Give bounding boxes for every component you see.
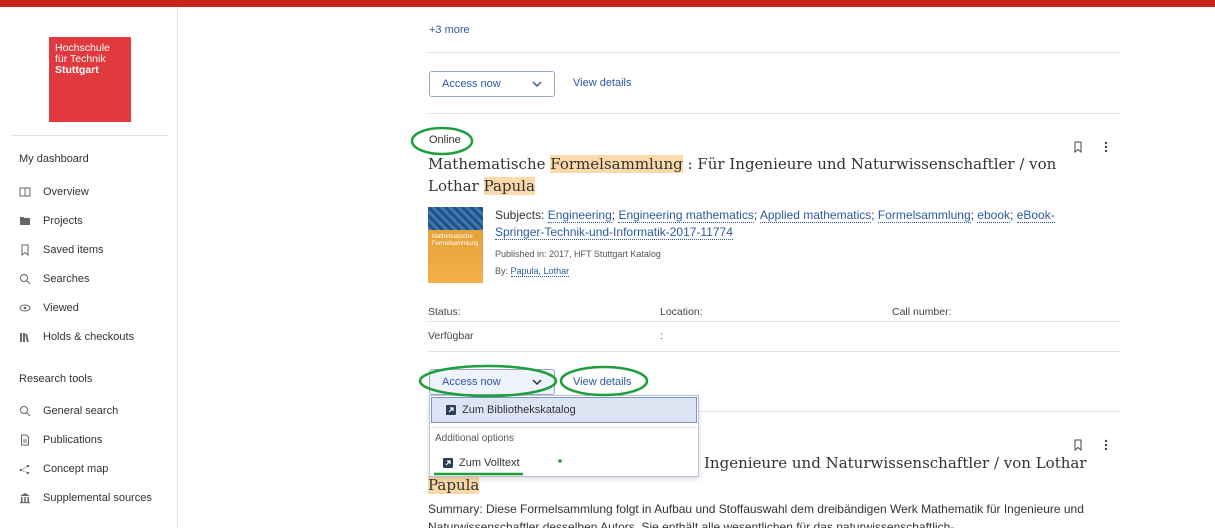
next-result-summary: Summary: Diese Formelsammlung folgt in A… <box>428 502 1084 528</box>
sidebar-item-label: Publications <box>43 434 103 446</box>
result-title[interactable]: Mathematische Formelsammlung : Für Ingen… <box>428 153 1068 197</box>
external-link-icon <box>443 458 453 468</box>
sidebar-item-viewed[interactable]: Viewed <box>19 299 79 317</box>
sidebar-item-label: Searches <box>43 273 90 285</box>
location-value: : <box>660 330 663 342</box>
sidebar-item-holds-checkouts[interactable]: Holds & checkouts <box>19 328 134 346</box>
external-link-icon <box>446 405 456 415</box>
divider <box>428 351 1121 352</box>
sidebar-item-supplemental-sources[interactable]: Supplemental sources <box>19 489 152 507</box>
bookmark-icon[interactable] <box>1071 140 1085 154</box>
subjects-list: Subjects: Engineering; Engineering mathe… <box>495 208 1055 240</box>
access-now-menu: Zum Bibliothekskatalog Additional option… <box>429 395 699 477</box>
more-options-icon[interactable] <box>1099 140 1113 154</box>
divider <box>428 52 1121 53</box>
status-header: Status: <box>428 306 461 318</box>
bookmark-icon <box>19 244 31 256</box>
chevron-down-icon <box>532 379 542 386</box>
subject-link[interactable]: Applied mathematics <box>759 208 872 223</box>
subject-link[interactable]: Engineering <box>547 208 612 223</box>
sidebar-item-overview[interactable]: Overview <box>19 183 89 201</box>
status-value: Verfügbar <box>428 330 474 342</box>
subjects-label: Subjects: <box>495 208 545 222</box>
search-icon <box>19 405 31 417</box>
more-subjects-link[interactable]: +3 more <box>429 24 470 36</box>
sidebar-item-searches[interactable]: Searches <box>19 270 89 288</box>
location-header: Location: <box>660 306 703 318</box>
published-info: Published in: 2017, HFT Stuttgart Katalo… <box>495 249 661 259</box>
title-highlight: Formelsammlung <box>550 155 683 173</box>
access-now-dropdown-prev[interactable]: Access now <box>429 71 555 97</box>
by-label: By: <box>495 266 509 276</box>
menu-divider <box>430 427 698 428</box>
top-accent-bar <box>0 0 1215 7</box>
sidebar-item-projects[interactable]: Projects <box>19 212 83 230</box>
bookmark-icon[interactable] <box>1071 438 1085 452</box>
subject-link[interactable]: Formelsammlung <box>877 208 971 223</box>
sidebar-item-label: Holds & checkouts <box>43 331 135 343</box>
sidebar-item-label: General search <box>43 405 119 417</box>
menu-section-label: Additional options <box>435 433 514 444</box>
access-now-dropdown[interactable]: Access now <box>429 369 555 395</box>
access-now-label: Access now <box>442 78 501 90</box>
menu-item-volltext[interactable]: Zum Volltext <box>443 457 520 469</box>
sidebar-item-concept-map[interactable]: Concept map <box>19 460 108 478</box>
view-details-link[interactable]: View details <box>573 376 632 388</box>
menu-item-label: Zum Volltext <box>459 457 520 469</box>
document-icon <box>19 434 31 446</box>
menu-item-label: Zum Bibliothekskatalog <box>462 404 576 416</box>
search-history-icon <box>19 273 31 285</box>
sidebar-item-saved-items[interactable]: Saved items <box>19 241 104 259</box>
cover-title: Mathematische Formelsammlung <box>432 234 479 247</box>
institution-logo[interactable]: Hochschule für Technik Stuttgart <box>49 37 131 122</box>
sidebar-heading-research-tools: Research tools <box>19 373 93 385</box>
subject-link[interactable]: Engineering mathematics <box>618 208 754 223</box>
availability-badge: Online <box>429 134 461 146</box>
institution-icon <box>19 492 31 504</box>
next-result-title-line2[interactable]: Papula <box>428 474 480 496</box>
folder-icon <box>19 215 31 227</box>
sidebar-item-label: Overview <box>43 186 89 198</box>
author-link[interactable]: Papula, Lothar <box>510 266 570 277</box>
sidebar: Hochschule für Technik Stuttgart My dash… <box>0 7 178 528</box>
concept-map-icon <box>19 463 31 475</box>
call-number-header: Call number: <box>892 306 952 318</box>
chevron-down-icon <box>532 81 542 88</box>
menu-item-bibliothekskatalog[interactable]: Zum Bibliothekskatalog <box>431 397 697 423</box>
view-details-link-prev[interactable]: View details <box>573 77 632 89</box>
sidebar-item-general-search[interactable]: General search <box>19 402 118 420</box>
eye-icon <box>19 302 31 314</box>
book-cover-image[interactable]: Mathematische Formelsammlung <box>428 207 483 283</box>
subject-link[interactable]: ebook <box>977 208 1010 223</box>
sidebar-item-label: Saved items <box>43 244 104 256</box>
sidebar-item-label: Supplemental sources <box>43 492 152 504</box>
sidebar-item-label: Viewed <box>43 302 79 314</box>
sidebar-item-label: Concept map <box>43 463 109 475</box>
sidebar-divider <box>11 135 168 136</box>
sidebar-item-label: Projects <box>43 215 83 227</box>
next-result-title-fragment[interactable]: Ingenieure und Naturwissenschaftler / vo… <box>704 452 1104 474</box>
title-highlight: Papula <box>428 476 480 494</box>
sidebar-heading-dashboard: My dashboard <box>19 153 89 165</box>
access-now-label: Access now <box>442 376 501 388</box>
divider <box>428 113 1121 114</box>
title-text: Mathematische <box>428 155 551 173</box>
title-highlight: Papula <box>483 177 535 195</box>
logo-line-3: Stuttgart <box>55 64 99 76</box>
overview-icon <box>19 186 31 198</box>
more-options-icon[interactable] <box>1099 438 1113 452</box>
author-line: By: Papula, Lothar <box>495 266 570 277</box>
books-icon <box>19 331 31 343</box>
divider <box>428 321 1121 322</box>
sidebar-item-publications[interactable]: Publications <box>19 431 102 449</box>
cover-pattern <box>428 207 483 230</box>
